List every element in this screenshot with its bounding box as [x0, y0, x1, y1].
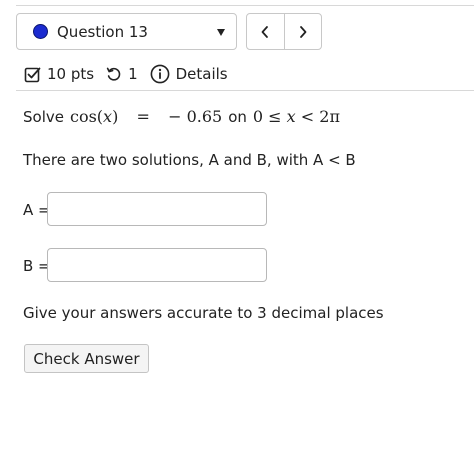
answer-b-input[interactable]: [47, 248, 267, 282]
equation-equals: =: [136, 107, 150, 126]
check-answer-button[interactable]: Check Answer: [24, 344, 149, 373]
question-page: Question 13 10 pts 1 Details Solve cos(x…: [0, 0, 474, 467]
equation-variable: x: [103, 107, 113, 126]
equation-function: cos(: [69, 107, 104, 126]
next-question-button[interactable]: [283, 14, 322, 49]
header-divider: [16, 90, 474, 91]
equation: cos(x) = − 0.65: [70, 107, 222, 126]
question-status-dot: [33, 24, 48, 39]
solutions-info: There are two solutions, A and B, with A…: [23, 151, 356, 169]
retry-icon: [106, 67, 121, 81]
problem-statement: Solve cos(x) = − 0.65 on 0 ≤ x < 2π: [23, 107, 340, 126]
question-meta: 10 pts 1 Details: [24, 62, 228, 86]
domain-range: 0 ≤ x < 2π: [253, 107, 340, 126]
points-text: 10 pts: [47, 65, 95, 83]
problem-prefix: Solve: [23, 108, 64, 126]
range-start: 0 ≤: [252, 107, 282, 126]
details-link[interactable]: Details: [176, 65, 228, 83]
range-end: < 2π: [300, 107, 340, 126]
attempts-text: 1: [128, 65, 138, 83]
chevron-left-icon: [261, 25, 269, 38]
equation-value: − 0.65: [168, 107, 223, 126]
checkbox-points-icon: [24, 67, 41, 82]
problem-on-word: on: [228, 108, 247, 126]
accuracy-instructions: Give your answers accurate to 3 decimal …: [23, 304, 384, 322]
previous-question-button[interactable]: [247, 14, 284, 49]
question-nav: [246, 13, 322, 50]
answer-a-input[interactable]: [47, 192, 267, 226]
chevron-right-icon: [299, 25, 307, 38]
question-label: Question 13: [57, 22, 148, 41]
question-selector[interactable]: Question 13: [16, 13, 237, 50]
equation-close-paren: ): [112, 107, 119, 126]
top-divider: [16, 5, 474, 6]
info-icon[interactable]: [150, 64, 170, 84]
dropdown-caret-icon: [217, 29, 225, 36]
range-variable: x: [286, 107, 296, 126]
